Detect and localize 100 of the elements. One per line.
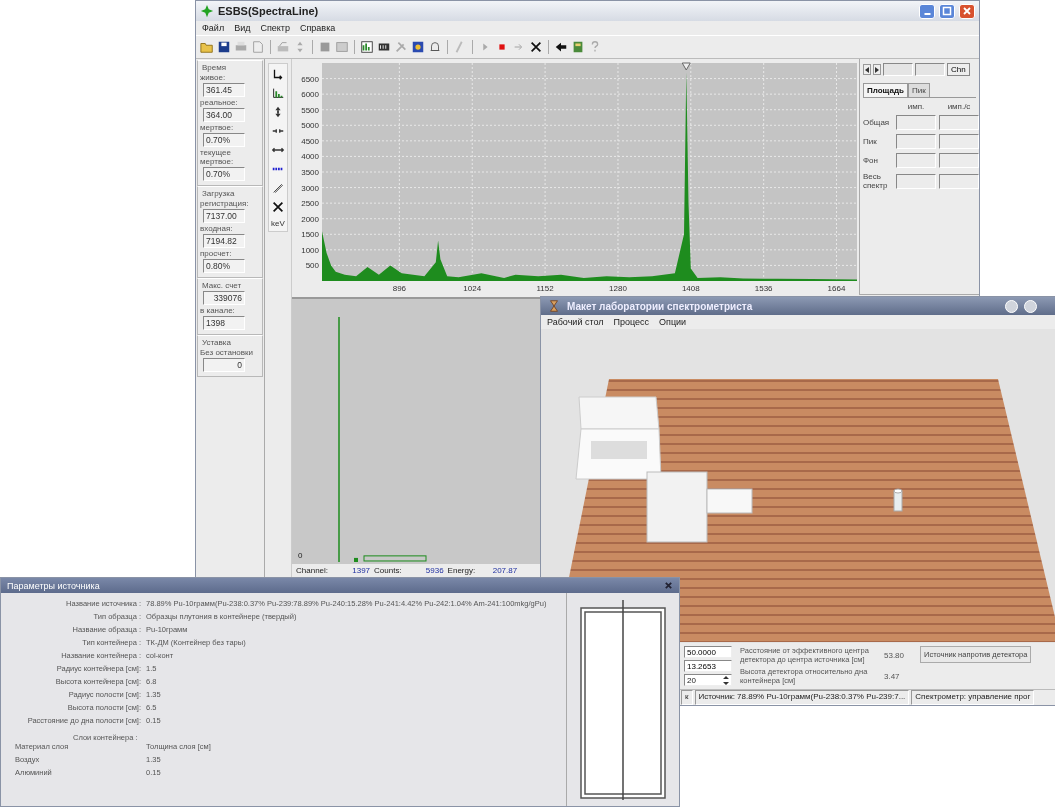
menu-item[interactable]: Рабочий стол [547,317,604,327]
unit-button[interactable]: keV [271,219,285,228]
picture-icon[interactable] [411,40,425,54]
input-field[interactable] [915,63,945,76]
x-tick-label: 1152 [536,284,554,293]
row-label: Общая [863,118,891,127]
tab[interactable]: Пик [907,83,930,97]
field-label: текущее мертвое: [200,148,235,166]
sample-cylinder-drawing [893,488,903,512]
pencil-icon[interactable] [271,181,285,195]
square-icon[interactable] [318,40,332,54]
menu-item[interactable]: Файл [202,23,225,33]
x-tick-label: 896 [392,284,407,293]
field-label: просчет: [200,249,233,258]
value-field: 7137.00 [203,209,245,223]
y-tick-label: 3500 [301,168,319,177]
value-field: 7194.82 [203,234,245,248]
status-label: Channel: [296,566,329,575]
column-header: имп./с [946,102,972,111]
maximize-icon [942,6,952,16]
save-icon[interactable] [217,40,231,54]
row-label: Пик [863,137,878,146]
spin-arrows-icon [723,675,729,685]
x-tick-label: 1408 [681,284,700,293]
minimize-icon [923,13,931,15]
star-icon [200,4,214,18]
y-tick-label: 2500 [301,199,319,209]
value-field: 0 [203,358,245,372]
menu-item[interactable]: Опции [659,317,687,327]
y-tick-label: 3000 [301,183,319,193]
status-label: Energy: [447,566,476,575]
pointer-icon[interactable] [554,40,568,54]
bell-icon[interactable] [428,40,442,54]
input-field[interactable]: 50.0000 [684,646,732,658]
book-icon[interactable] [571,40,585,54]
left-arrow-icon [864,66,870,73]
menu-item[interactable]: Вид [234,23,251,33]
cross-icon[interactable] [271,200,285,214]
x-tick-label: 1024 [463,284,482,293]
menu-item[interactable]: Спектр [260,23,290,33]
bars-icon[interactable] [271,86,285,100]
value-field: 361.45 [203,83,245,97]
readout-value: 3.47 [884,671,901,681]
close-icon[interactable] [664,581,673,590]
minimize-button[interactable] [1005,299,1018,313]
spinner-field[interactable]: 20 [684,674,732,686]
value-field [896,173,936,189]
minimize-button[interactable] [919,3,935,19]
scroll-left-button[interactable] [863,64,871,75]
status-value: 207.87 [491,566,518,575]
value-field: 0.80% [203,259,245,273]
close-button[interactable] [959,3,975,19]
y-tick-label: 5000 [301,121,319,131]
window-title: ESBS(SpectraLine) [218,5,319,17]
value-field [896,115,936,130]
row-label: Весь спектр [863,172,889,190]
scroll-right-button[interactable] [873,64,881,75]
y-tick-label: 6500 [301,74,319,84]
status-text: к [681,690,693,705]
y-tick-label: 2000 [301,214,319,224]
channel-button[interactable]: Chn [947,63,970,76]
group-title: Время [201,63,228,72]
value-field: 1398 [203,316,245,330]
x-tick-label: 1280 [609,284,627,293]
y-tick-label: 4500 [301,136,319,146]
right-arrow-icon [874,66,880,73]
value-field [896,134,936,149]
menu-item[interactable]: Процесс [613,317,650,327]
axis-label: 0 [298,551,303,560]
input-field[interactable] [883,63,913,76]
group-title: Уставка [201,338,232,347]
y-tick-label: 1000 [301,245,319,255]
input-field[interactable]: 13.2653 [684,660,732,672]
axis-icon[interactable] [271,67,285,81]
chart-icon[interactable] [360,40,374,54]
x-tick-label: 1536 [754,284,773,293]
field-label: в канале: [200,306,236,315]
cross-icon[interactable] [529,40,543,54]
tab[interactable]: Площадь [863,83,908,97]
field-label: мертвое: [200,123,235,132]
menu-item[interactable]: Справка [300,23,336,33]
status-text: Спектрометр: управление прог [911,690,1035,705]
field-label: входная: [200,224,234,233]
status-text: Источник: 78.89% Pu-10грамм(Pu-238:0.37% Pu-239:7... [694,690,910,705]
window-title: Макет лаборатории спектрометриста [567,300,753,312]
hourglass-icon [547,299,561,313]
column-header: имп. [906,102,926,111]
value-field [896,153,936,168]
group-note: Без остановки [200,348,254,357]
y-tick-label: 5500 [301,105,319,115]
status-value: 5936 [424,566,444,575]
maximize-button[interactable] [1024,299,1037,313]
y-tick-label: 4000 [301,152,319,162]
x-tick-label: 1664 [827,284,846,293]
y-tick-label: 500 [305,261,319,271]
y-tick-label: 6000 [301,90,319,100]
dialog-title: Параметры источника [7,580,100,591]
value-field: 364.00 [203,108,245,122]
maximize-button[interactable] [939,3,955,19]
status-label: Counts: [374,566,402,575]
